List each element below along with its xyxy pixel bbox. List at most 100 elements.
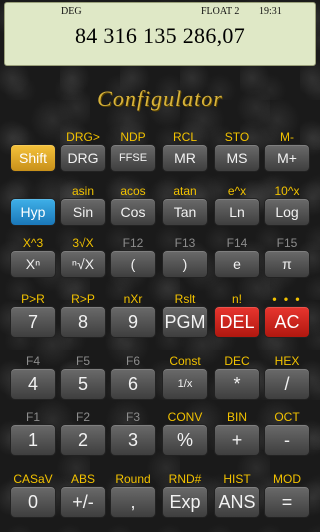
keypad-row: CASaV 0 ABS +/- Round, RND# Exp HIST ANS MOD = <box>0 472 320 528</box>
keypad-row: Shift DRG> DRG NDP FFSE RCL MR STO MS M- M+ <box>0 130 320 186</box>
minus-button[interactable]: - <box>264 424 310 456</box>
ffse-button[interactable]: FFSE <box>110 144 156 172</box>
key-cell-sin: asin Sin <box>60 184 106 240</box>
hyp-button[interactable]: Hyp <box>10 198 56 226</box>
key-cell-digit-7: P>R 7 <box>10 292 56 348</box>
key-cell-digit-3: F3 3 <box>110 410 156 466</box>
secondary-label-multiply: DEC <box>224 354 250 368</box>
key-cell-reciprocal: Const 1/x <box>162 354 208 410</box>
secondary-label-digit-3: F3 <box>125 410 140 424</box>
pi-button[interactable]: π <box>264 250 310 278</box>
secondary-label-ac: • • • <box>272 292 302 306</box>
secondary-label-close-paren: F13 <box>174 236 196 250</box>
key-cell-del: n! DEL <box>214 292 260 348</box>
calculator-display: DEG FLOAT 2 19:31 84 316 135 286,07 <box>4 2 316 66</box>
e-const-button[interactable]: e <box>214 250 260 278</box>
drg-button[interactable]: DRG <box>60 144 106 172</box>
secondary-label-plus: BIN <box>226 410 247 424</box>
pgm-button[interactable]: PGM <box>162 306 208 338</box>
key-cell-plus: BIN + <box>214 410 260 466</box>
exp-button[interactable]: Exp <box>162 486 208 518</box>
secondary-label-digit-5: F5 <box>75 354 90 368</box>
key-cell-power: X^3 Xⁿ <box>10 236 56 292</box>
secondary-label-decimal: Round <box>115 472 151 486</box>
key-cell-equals: MOD = <box>264 472 310 528</box>
close-paren-button[interactable]: ) <box>162 250 208 278</box>
key-cell-digit-6: F6 6 <box>110 354 156 410</box>
keypad-row: F4 4 F5 5 F6 6 Const 1/x DEC * HEX / <box>0 354 320 410</box>
sign-button[interactable]: +/- <box>60 486 106 518</box>
digit-5-button[interactable]: 5 <box>60 368 106 400</box>
tan-button[interactable]: Tan <box>162 198 208 226</box>
secondary-label-digit-9: nXr <box>123 292 143 306</box>
key-cell-cos: acos Cos <box>110 184 156 240</box>
del-button[interactable]: DEL <box>214 306 260 338</box>
key-cell-tan: atan Tan <box>162 184 208 240</box>
angle-mode-indicator: DEG <box>61 6 82 17</box>
sin-button[interactable]: Sin <box>60 198 106 226</box>
ac-button[interactable]: AC <box>264 306 310 338</box>
decimal-button[interactable]: , <box>110 486 156 518</box>
digit-1-button[interactable]: 1 <box>10 424 56 456</box>
secondary-label-ms: STO <box>224 130 250 144</box>
secondary-label-digit-0: CASaV <box>13 472 53 486</box>
keypad-row: Hyp asin Sin acos Cos atan Tan e^x Ln 10^x Log <box>0 184 320 240</box>
m-plus-button[interactable]: M+ <box>264 144 310 172</box>
log-button[interactable]: Log <box>264 198 310 226</box>
digit-4-button[interactable]: 4 <box>10 368 56 400</box>
ms-button[interactable]: MS <box>214 144 260 172</box>
cos-button[interactable]: Cos <box>110 198 156 226</box>
secondary-label-drg: DRG> <box>66 130 100 144</box>
secondary-label-digit-1: F1 <box>25 410 40 424</box>
secondary-label-del: n! <box>231 292 242 306</box>
divide-button[interactable]: / <box>264 368 310 400</box>
shift-button[interactable]: Shift <box>10 144 56 172</box>
percent-button[interactable]: % <box>162 424 208 456</box>
key-cell-root: 3√X ⁿ√X <box>60 236 106 292</box>
digit-8-button[interactable]: 8 <box>60 306 106 338</box>
display-value: 84 316 135 286,07 <box>74 23 246 48</box>
digit-7-button[interactable]: 7 <box>10 306 56 338</box>
secondary-label-power: X^3 <box>22 236 44 250</box>
key-cell-digit-2: F2 2 <box>60 410 106 466</box>
digit-6-button[interactable]: 6 <box>110 368 156 400</box>
key-cell-digit-1: F1 1 <box>10 410 56 466</box>
keypad-row: P>R 7 R>P 8 nXr 9 Rslt PGM n! DEL • • • AC <box>0 292 320 348</box>
secondary-label-log: 10^x <box>274 184 300 198</box>
key-cell-e-const: F14 e <box>214 236 260 292</box>
key-cell-pgm: Rslt PGM <box>162 292 208 348</box>
secondary-label-digit-8: R>P <box>71 292 95 306</box>
secondary-label-ans: HIST <box>223 472 251 486</box>
secondary-label-m-plus: M- <box>280 130 294 144</box>
ans-button[interactable]: ANS <box>214 486 260 518</box>
secondary-label-hyp <box>10 184 56 198</box>
multiply-button[interactable]: * <box>214 368 260 400</box>
ln-button[interactable]: Ln <box>214 198 260 226</box>
secondary-label-pi: F15 <box>276 236 298 250</box>
digit-3-button[interactable]: 3 <box>110 424 156 456</box>
digit-2-button[interactable]: 2 <box>60 424 106 456</box>
key-cell-ac: • • • AC <box>264 292 310 348</box>
digit-0-button[interactable]: 0 <box>10 486 56 518</box>
secondary-label-digit-2: F2 <box>75 410 90 424</box>
key-cell-pi: F15 π <box>264 236 310 292</box>
equals-button[interactable]: = <box>264 486 310 518</box>
secondary-label-ln: e^x <box>227 184 247 198</box>
plus-button[interactable]: + <box>214 424 260 456</box>
key-cell-m-plus: M- M+ <box>264 130 310 186</box>
root-button[interactable]: ⁿ√X <box>60 250 106 278</box>
key-cell-shift: Shift <box>10 130 56 186</box>
key-cell-mr: RCL MR <box>162 130 208 186</box>
reciprocal-button[interactable]: 1/x <box>162 368 208 400</box>
key-cell-drg: DRG> DRG <box>60 130 106 186</box>
open-paren-button[interactable]: ( <box>110 250 156 278</box>
mr-button[interactable]: MR <box>162 144 208 172</box>
digit-9-button[interactable]: 9 <box>110 306 156 338</box>
key-cell-hyp: Hyp <box>10 184 56 240</box>
key-cell-digit-8: R>P 8 <box>60 292 106 348</box>
key-cell-ln: e^x Ln <box>214 184 260 240</box>
secondary-label-reciprocal: Const <box>169 354 201 368</box>
keypad-row: F1 1 F2 2 F3 3 CONV% BIN + OCT - <box>0 410 320 466</box>
secondary-label-mr: RCL <box>172 130 197 144</box>
power-button[interactable]: Xⁿ <box>10 250 56 278</box>
